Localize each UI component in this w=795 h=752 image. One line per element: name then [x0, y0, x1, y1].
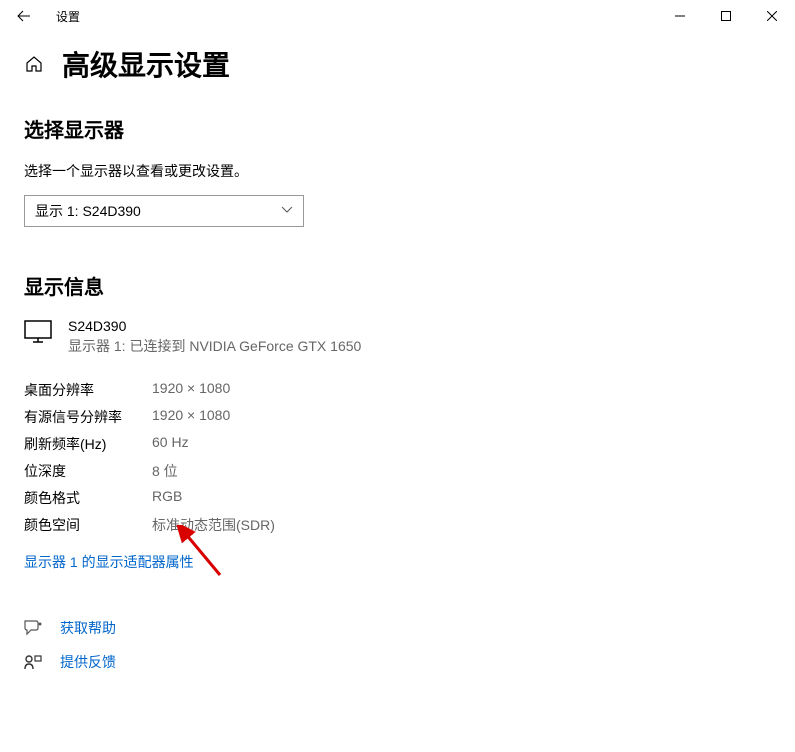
- spec-value: 60 Hz: [152, 434, 189, 454]
- spec-row: 刷新频率(Hz)60 Hz: [24, 434, 771, 454]
- spec-value: 1920 × 1080: [152, 407, 230, 427]
- window-title: 设置: [56, 8, 80, 25]
- specs-table: 桌面分辨率1920 × 1080有源信号分辨率1920 × 1080刷新频率(H…: [24, 380, 771, 535]
- select-display-description: 选择一个显示器以查看或更改设置。: [24, 161, 771, 181]
- monitor-connection: 显示器 1: 已连接到 NVIDIA GeForce GTX 1650: [68, 336, 361, 356]
- close-icon: [767, 11, 777, 21]
- home-button[interactable]: [24, 54, 44, 74]
- maximize-icon: [721, 11, 731, 21]
- back-arrow-icon: [17, 9, 31, 23]
- maximize-button[interactable]: [703, 0, 749, 32]
- spec-row: 颜色格式RGB: [24, 488, 771, 508]
- minimize-button[interactable]: [657, 0, 703, 32]
- dropdown-selected-text: 显示 1: S24D390: [35, 201, 281, 221]
- get-help-link: 获取帮助: [60, 618, 116, 638]
- spec-label: 有源信号分辨率: [24, 407, 152, 427]
- help-icon: [24, 619, 42, 637]
- feedback-icon: [24, 653, 42, 671]
- page-header: 高级显示设置: [24, 44, 771, 84]
- spec-label: 颜色空间: [24, 515, 152, 535]
- titlebar: 设置: [0, 0, 795, 32]
- spec-row: 桌面分辨率1920 × 1080: [24, 380, 771, 400]
- spec-row: 位深度8 位: [24, 461, 771, 481]
- select-display-heading: 选择显示器: [24, 114, 771, 143]
- spec-label: 颜色格式: [24, 488, 152, 508]
- feedback-row[interactable]: 提供反馈: [24, 652, 771, 672]
- spec-label: 位深度: [24, 461, 152, 481]
- spec-value: RGB: [152, 488, 182, 508]
- adapter-properties-link[interactable]: 显示器 1 的显示适配器属性: [24, 552, 194, 572]
- spec-row: 颜色空间标准动态范围(SDR): [24, 515, 771, 535]
- back-button[interactable]: [8, 0, 40, 32]
- home-icon: [25, 55, 43, 73]
- page-title: 高级显示设置: [62, 44, 230, 84]
- get-help-row[interactable]: 获取帮助: [24, 618, 771, 638]
- spec-label: 桌面分辨率: [24, 380, 152, 400]
- spec-row: 有源信号分辨率1920 × 1080: [24, 407, 771, 427]
- monitor-icon: [24, 320, 52, 349]
- display-select-dropdown[interactable]: 显示 1: S24D390: [24, 195, 304, 227]
- spec-value: 标准动态范围(SDR): [152, 515, 275, 535]
- chevron-down-icon: [281, 206, 293, 217]
- display-info-heading: 显示信息: [24, 271, 771, 300]
- spec-value: 8 位: [152, 461, 178, 481]
- spec-value: 1920 × 1080: [152, 380, 230, 400]
- monitor-name: S24D390: [68, 318, 361, 334]
- feedback-link: 提供反馈: [60, 652, 116, 672]
- close-button[interactable]: [749, 0, 795, 32]
- minimize-icon: [675, 11, 685, 21]
- monitor-summary: S24D390 显示器 1: 已连接到 NVIDIA GeForce GTX 1…: [24, 318, 771, 356]
- spec-label: 刷新频率(Hz): [24, 434, 152, 454]
